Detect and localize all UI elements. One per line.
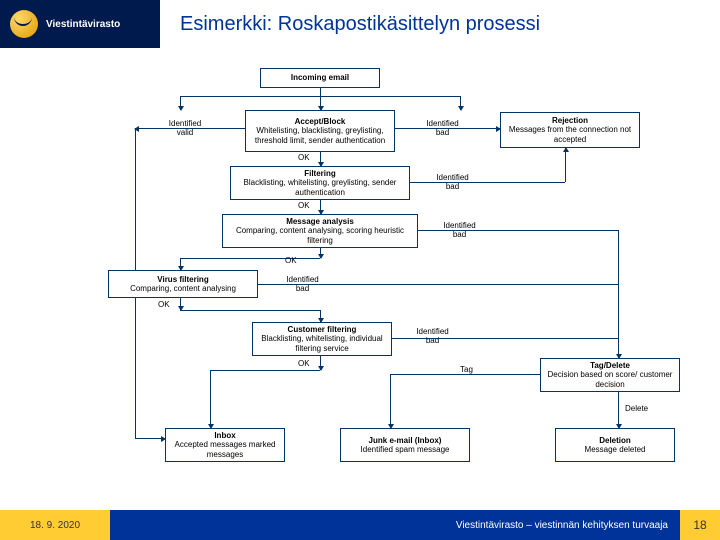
node-filtering-title: Filtering — [235, 169, 405, 178]
arrow — [395, 128, 500, 129]
arrow — [320, 356, 321, 370]
node-incoming-title: Incoming email — [265, 73, 375, 82]
connector — [410, 182, 565, 183]
arrow — [320, 248, 321, 258]
node-accept-block: Accept/Block Whitelisting, blacklisting,… — [245, 110, 395, 152]
node-customer-desc: Blacklisting, whitelisting, individual f… — [257, 334, 387, 352]
footer-date: 18. 9. 2020 — [0, 510, 110, 540]
connector — [210, 370, 320, 371]
node-deletion-title: Deletion — [560, 436, 670, 445]
arrow — [320, 152, 321, 166]
node-inbox-desc: Accepted messages marked messages — [170, 440, 280, 458]
node-rejection-title: Rejection — [505, 116, 635, 125]
node-filtering: Filtering Blacklisting, whitelisting, gr… — [230, 166, 410, 200]
node-rejection: Rejection Messages from the connection n… — [500, 112, 640, 148]
node-incoming: Incoming email — [260, 68, 380, 88]
connector — [390, 374, 540, 375]
brand-text: Viestintävirasto — [46, 19, 120, 30]
arrow — [180, 298, 181, 310]
header: Viestintävirasto Esimerkki: Roskapostikä… — [0, 0, 720, 48]
arrow — [135, 438, 165, 439]
node-inbox: Inbox Accepted messages marked messages — [165, 428, 285, 462]
label-ok-4: OK — [158, 301, 170, 310]
label-id-bad-5: Identified bad — [405, 328, 460, 346]
flowchart: Incoming email Identified valid Accept/B… — [0, 60, 720, 500]
connector — [180, 310, 320, 311]
arrow — [618, 338, 619, 358]
node-virus-filtering: Virus filtering Comparing, content analy… — [108, 270, 258, 298]
connector — [418, 230, 618, 231]
arrow — [390, 374, 391, 428]
arrow — [618, 392, 619, 428]
node-rejection-desc: Messages from the connection not accepte… — [505, 125, 635, 143]
arrow — [320, 310, 321, 322]
node-deletion: Deletion Message deleted — [555, 428, 675, 462]
connector — [258, 284, 618, 285]
label-delete: Delete — [625, 405, 648, 414]
node-virus-title: Virus filtering — [113, 275, 253, 284]
node-filtering-desc: Blacklisting, whitelisting, greylisting,… — [235, 178, 405, 196]
label-ok-1: OK — [298, 154, 310, 163]
node-customer-filtering: Customer filtering Blacklisting, whiteli… — [252, 322, 392, 356]
footer-page: 18 — [680, 510, 720, 540]
label-ok-2: OK — [298, 202, 310, 211]
node-accept-title: Accept/Block — [250, 117, 390, 126]
node-inbox-title: Inbox — [170, 431, 280, 440]
connector — [565, 148, 566, 182]
arrow — [460, 96, 461, 110]
arrow — [180, 258, 181, 270]
node-tag-delete: Tag/Delete Decision based on score/ cust… — [540, 358, 680, 392]
node-junk: Junk e-mail (Inbox) Identified spam mess… — [340, 428, 470, 462]
node-tagdel-desc: Decision based on score/ customer decisi… — [545, 370, 675, 388]
node-deletion-desc: Message deleted — [560, 445, 670, 454]
node-junk-desc: Identified spam message — [345, 445, 465, 454]
node-tagdel-title: Tag/Delete — [545, 361, 675, 370]
globe-icon — [10, 10, 38, 38]
node-customer-title: Customer filtering — [257, 325, 387, 334]
label-ok-5: OK — [298, 360, 310, 369]
node-message-analysis: Message analysis Comparing, content anal… — [222, 214, 418, 248]
connector — [320, 88, 321, 96]
node-junk-title: Junk e-mail (Inbox) — [345, 436, 465, 445]
connector — [180, 258, 320, 259]
node-msganal-title: Message analysis — [227, 217, 413, 226]
node-accept-desc: Whitelisting, blacklisting, greylisting,… — [250, 126, 390, 144]
arrow — [180, 96, 181, 110]
footer-slogan: Viestintävirasto – viestinnän kehityksen… — [110, 510, 680, 540]
label-ok-3: OK — [285, 257, 297, 266]
arrow — [320, 200, 321, 214]
node-virus-desc: Comparing, content analysing — [113, 284, 253, 293]
arrow — [320, 96, 321, 110]
node-msganal-desc: Comparing, content analysing, scoring he… — [227, 226, 413, 244]
brand-block: Viestintävirasto — [0, 0, 160, 48]
arrow — [210, 370, 211, 428]
connector — [392, 338, 618, 339]
page-title: Esimerkki: Roskapostikäsittelyn prosessi — [160, 13, 540, 36]
arrow — [135, 128, 245, 129]
footer: 18. 9. 2020 Viestintävirasto – viestinnä… — [0, 510, 720, 540]
